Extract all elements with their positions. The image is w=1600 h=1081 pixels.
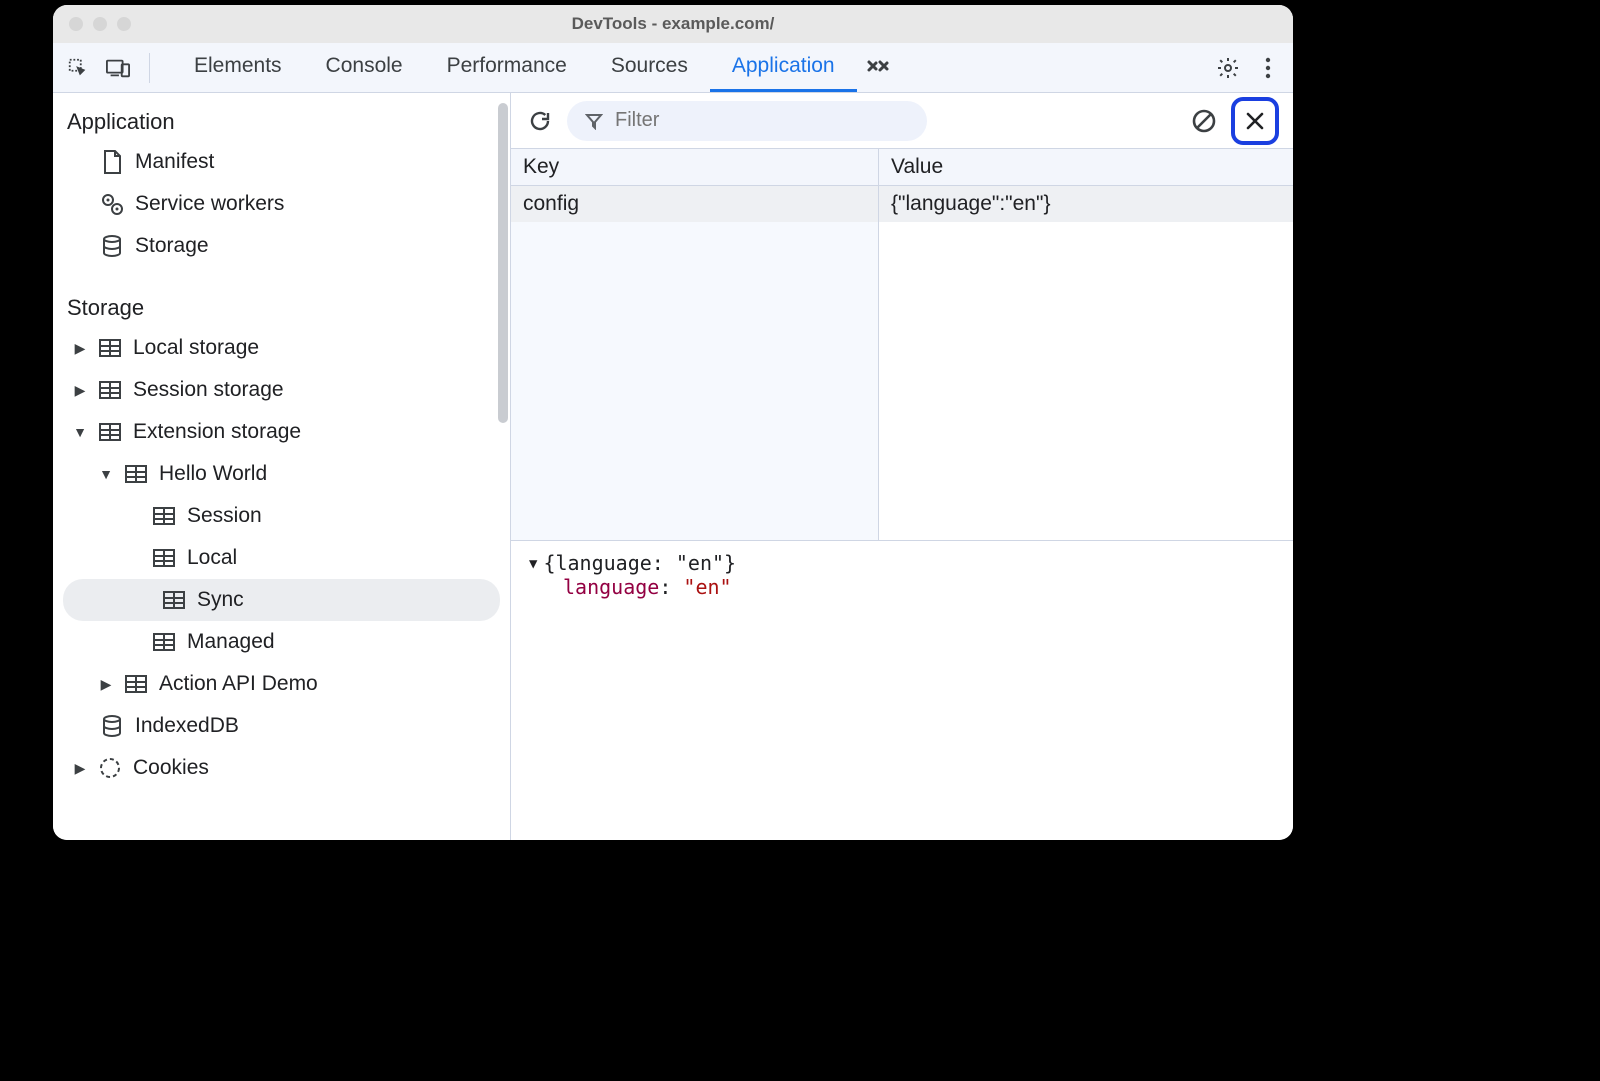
chevron-down-icon: ▼ (99, 466, 113, 482)
panel-body: Application Manifest Service workers Sto… (53, 93, 1293, 840)
minimize-window-button[interactable] (93, 17, 107, 31)
divider (149, 53, 150, 83)
column-header-key[interactable]: Key (511, 149, 879, 185)
filter-icon (585, 112, 603, 130)
clear-all-icon[interactable] (1189, 106, 1219, 136)
sidebar-item-indexeddb[interactable]: IndexedDB (53, 705, 510, 747)
more-tabs-button[interactable] (857, 43, 899, 92)
database-icon (99, 233, 125, 259)
traffic-lights (53, 17, 131, 31)
chevron-down-icon: ▼ (529, 556, 537, 572)
sidebar-item-label: Extension storage (133, 420, 301, 444)
sidebar-item-label: Sync (197, 588, 244, 612)
filter-input[interactable] (615, 109, 909, 132)
sidebar-item-label: Local (187, 546, 237, 570)
sidebar-item-action-api-demo[interactable]: ▶ Action API Demo (53, 663, 510, 705)
sidebar-item-hello-world[interactable]: ▼ Hello World (53, 453, 510, 495)
window-title: DevTools - example.com/ (53, 14, 1293, 34)
table-empty-area (511, 222, 1293, 540)
inspect-element-icon[interactable] (63, 53, 93, 83)
table-header-row: Key Value (511, 149, 1293, 186)
tab-label: Sources (611, 54, 688, 78)
delete-selected-button[interactable] (1231, 97, 1279, 145)
sidebar-item-session[interactable]: Session (53, 495, 510, 537)
table-icon (97, 335, 123, 361)
tab-label: Console (326, 54, 403, 78)
devtools-tabbar: Elements Console Performance Sources App… (53, 43, 1293, 93)
storage-main-panel: Key Value config {"language":"en"} ▼{lan… (511, 93, 1293, 840)
cell-value: {"language":"en"} (879, 186, 1293, 222)
sidebar-item-cookies[interactable]: ▶ Cookies (53, 747, 510, 789)
sidebar-item-label: Manifest (135, 150, 214, 174)
table-row[interactable]: config {"language":"en"} (511, 186, 1293, 222)
cookie-icon (97, 755, 123, 781)
tab-elements[interactable]: Elements (172, 43, 304, 92)
sidebar-item-label: Managed (187, 630, 275, 654)
sidebar-item-label: IndexedDB (135, 714, 239, 738)
sidebar-item-label: Hello World (159, 462, 267, 486)
table-icon (123, 461, 149, 487)
manifest-icon (99, 149, 125, 175)
tab-label: Application (732, 54, 835, 78)
zoom-window-button[interactable] (117, 17, 131, 31)
storage-toolbar (511, 93, 1293, 149)
chevron-right-icon: ▶ (99, 676, 113, 693)
table-icon (161, 587, 187, 613)
sidebar-item-storage[interactable]: Storage (53, 225, 510, 267)
sidebar-item-label: Storage (135, 234, 209, 258)
sidebar-item-service-workers[interactable]: Service workers (53, 183, 510, 225)
sidebar-item-label: Cookies (133, 756, 209, 780)
tab-console[interactable]: Console (304, 43, 425, 92)
database-icon (99, 713, 125, 739)
object-summary[interactable]: ▼{language: "en"} (529, 551, 1275, 575)
section-storage-title: Storage (53, 289, 510, 327)
table-icon (97, 419, 123, 445)
table-icon (97, 377, 123, 403)
tab-sources[interactable]: Sources (589, 43, 710, 92)
value-preview: ▼{language: "en"} language: "en" (511, 541, 1293, 840)
section-application-title: Application (53, 103, 510, 141)
settings-icon[interactable] (1213, 53, 1243, 83)
tab-performance[interactable]: Performance (425, 43, 589, 92)
table-icon (151, 545, 177, 571)
property-name: language (563, 575, 659, 599)
object-property[interactable]: language: "en" (529, 575, 1275, 599)
sidebar-item-managed[interactable]: Managed (53, 621, 510, 663)
property-value: "en" (683, 575, 731, 599)
cell-key: config (511, 186, 879, 222)
chevron-right-icon: ▶ (73, 382, 87, 399)
application-sidebar: Application Manifest Service workers Sto… (53, 93, 511, 840)
filter-input-wrapper[interactable] (567, 101, 927, 141)
chevron-right-icon: ▶ (73, 760, 87, 777)
chevron-down-icon: ▼ (73, 424, 87, 440)
gears-icon (99, 191, 125, 217)
sidebar-item-local-storage[interactable]: ▶ Local storage (53, 327, 510, 369)
table-icon (123, 671, 149, 697)
sidebar-item-label: Session (187, 504, 262, 528)
devtools-window: DevTools - example.com/ Elements Console… (53, 5, 1293, 840)
scrollbar[interactable] (498, 103, 508, 423)
chevron-right-icon: ▶ (73, 340, 87, 357)
sidebar-item-manifest[interactable]: Manifest (53, 141, 510, 183)
window-titlebar: DevTools - example.com/ (53, 5, 1293, 43)
sidebar-item-extension-storage[interactable]: ▼ Extension storage (53, 411, 510, 453)
table-icon (151, 503, 177, 529)
sidebar-item-sync[interactable]: Sync (63, 579, 500, 621)
table-icon (151, 629, 177, 655)
refresh-icon[interactable] (525, 106, 555, 136)
tab-label: Performance (447, 54, 567, 78)
storage-table: Key Value config {"language":"en"} (511, 149, 1293, 541)
kebab-menu-icon[interactable] (1253, 53, 1283, 83)
device-toolbar-icon[interactable] (103, 53, 133, 83)
sidebar-item-label: Session storage (133, 378, 284, 402)
sidebar-item-local[interactable]: Local (53, 537, 510, 579)
sidebar-item-label: Service workers (135, 192, 284, 216)
sidebar-item-session-storage[interactable]: ▶ Session storage (53, 369, 510, 411)
column-header-value[interactable]: Value (879, 149, 1293, 185)
sidebar-item-label: Action API Demo (159, 672, 318, 696)
sidebar-item-label: Local storage (133, 336, 259, 360)
close-window-button[interactable] (69, 17, 83, 31)
tab-application[interactable]: Application (710, 43, 857, 92)
tab-label: Elements (194, 54, 282, 78)
